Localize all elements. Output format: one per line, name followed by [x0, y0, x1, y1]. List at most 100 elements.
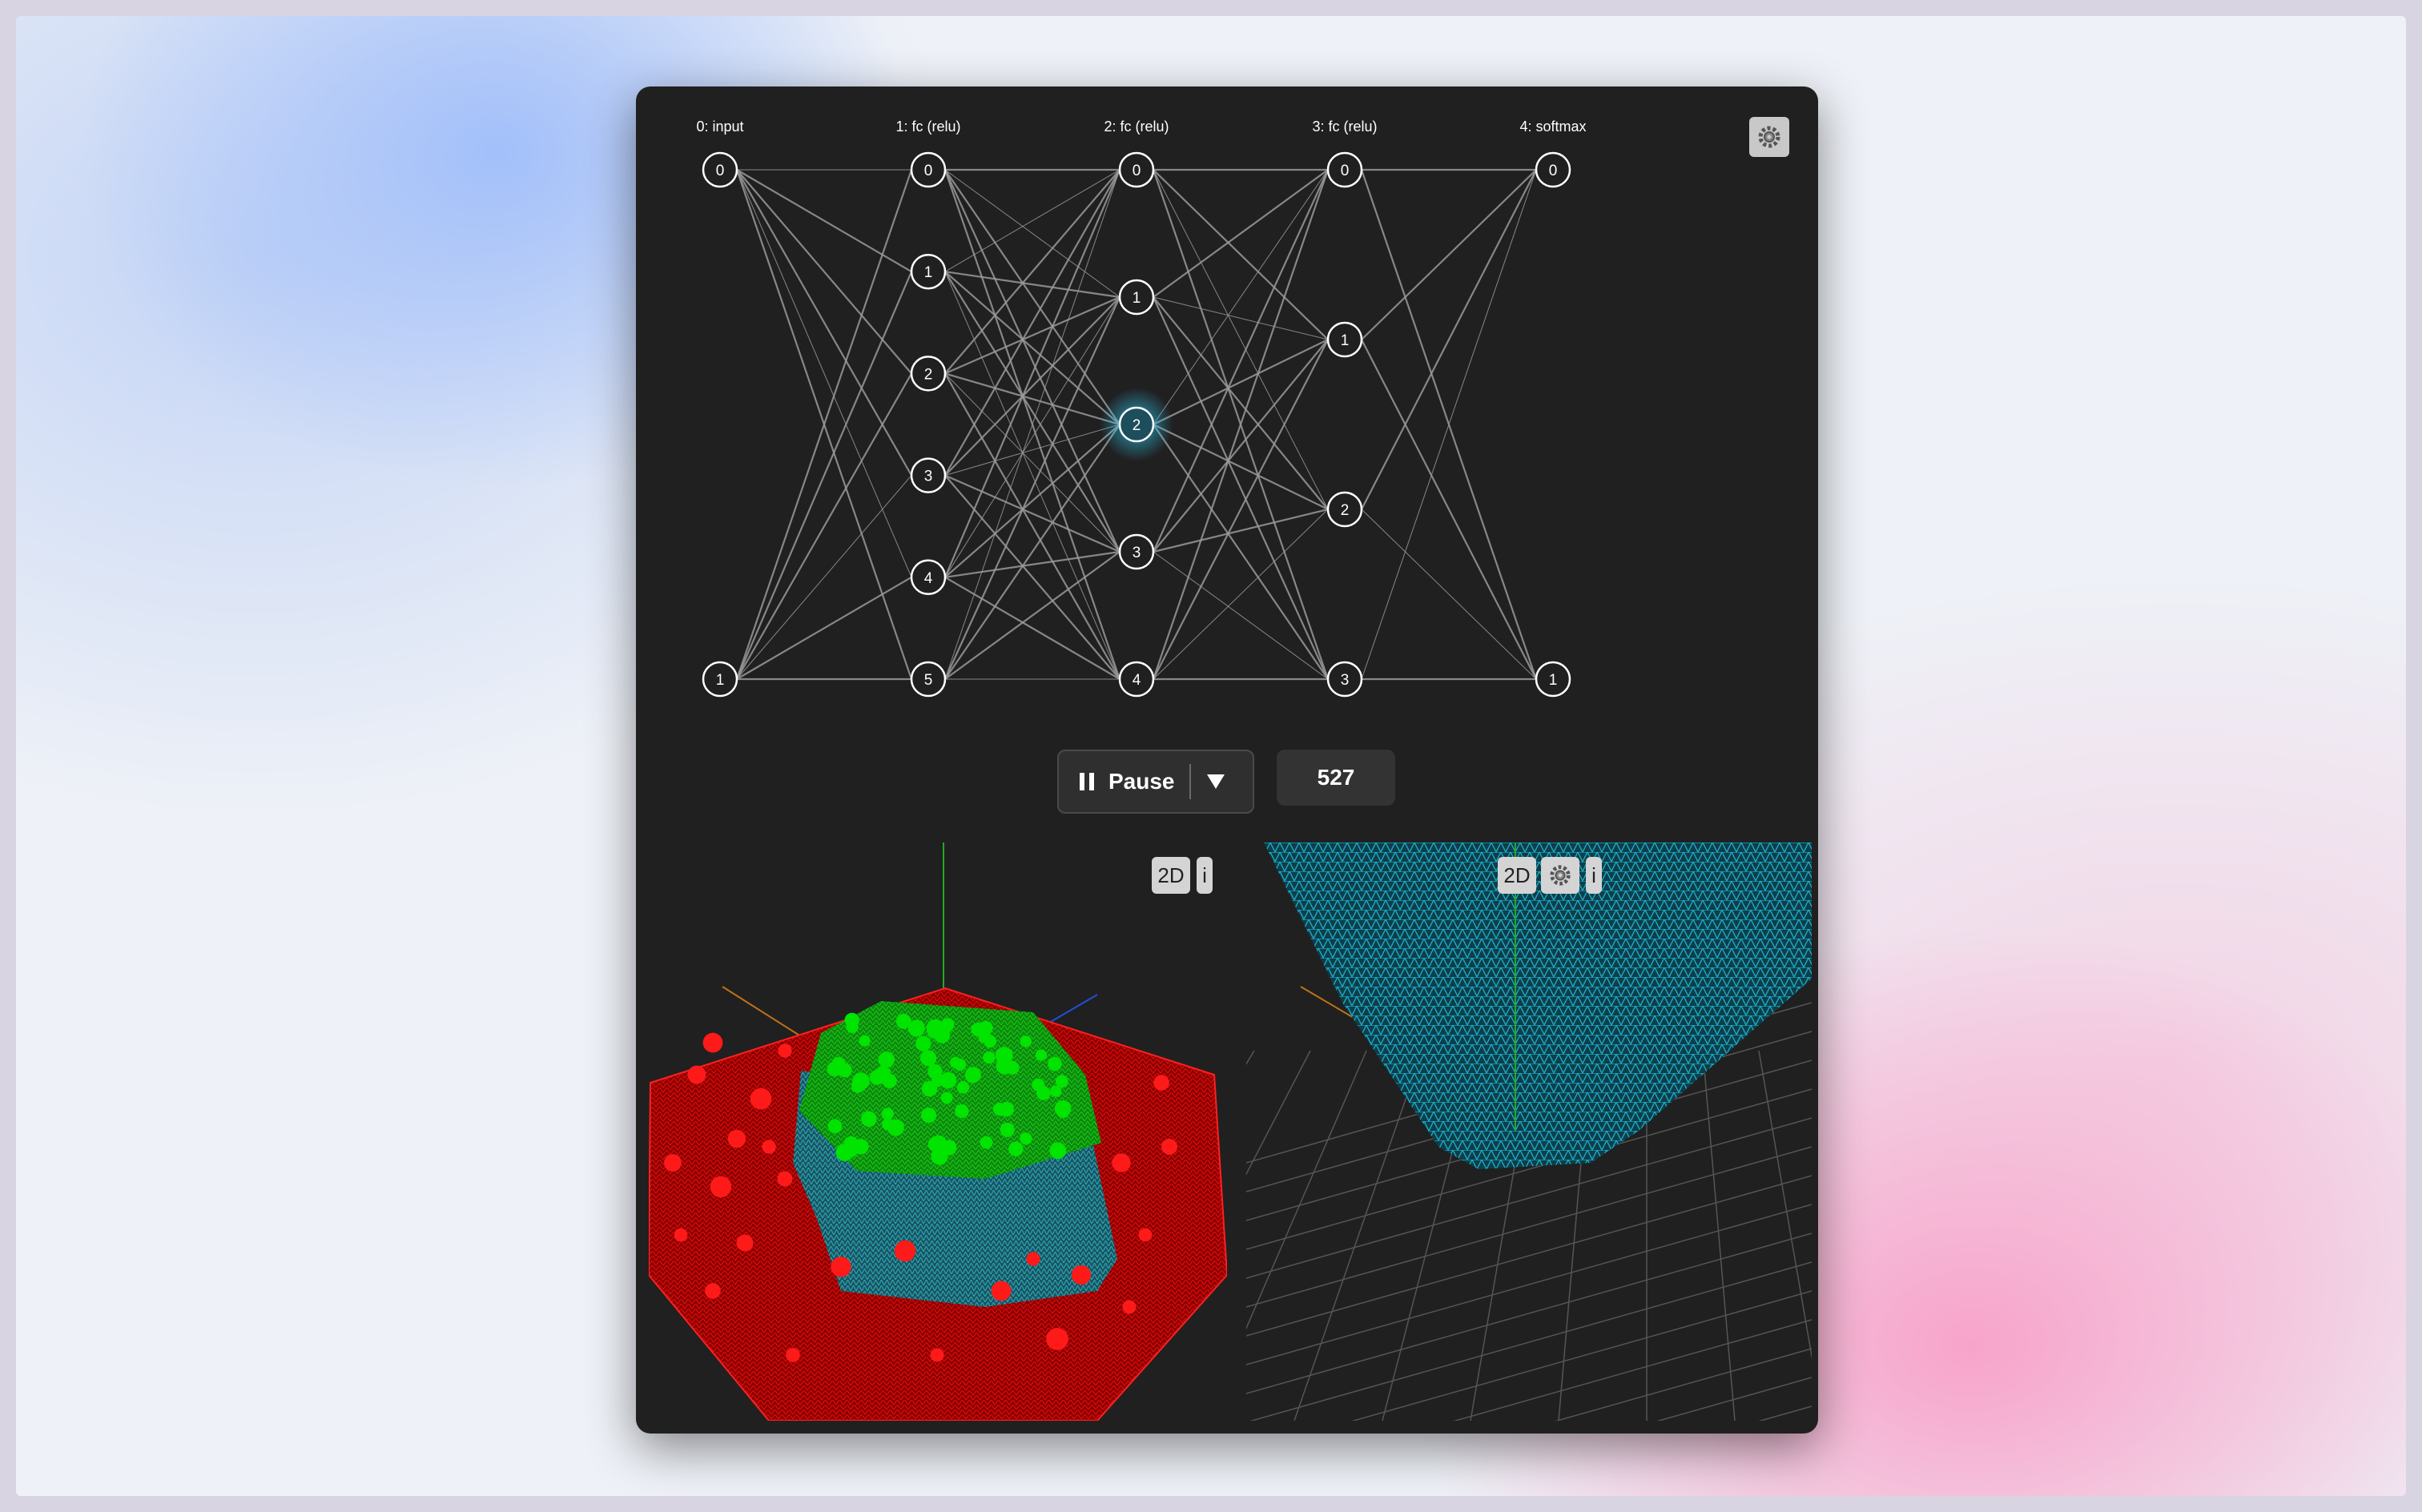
decision-surface-view[interactable]: 2D i	[649, 842, 1227, 1421]
neuron-node[interactable]: 2	[910, 356, 947, 392]
neuron-node[interactable]: 0	[1118, 151, 1155, 188]
neuron-label: 1	[1133, 290, 1141, 307]
class-a-point	[940, 1092, 953, 1104]
loss-surface-view[interactable]: 2D i	[1246, 842, 1812, 1421]
class-a-point	[1020, 1132, 1032, 1145]
neuron-node[interactable]: 3	[1326, 661, 1363, 698]
network-graph: 0 1 0 1 2 3 4 5 0 1 2 3 4 0 1 2 3 0 1 0: input 1: fc (relu)…	[696, 119, 1587, 698]
neuron-node[interactable]: 5	[910, 661, 947, 698]
neuron-node[interactable]: 4	[1118, 661, 1155, 698]
caret-down-icon[interactable]	[1206, 774, 1225, 789]
class-b-point	[727, 1129, 746, 1148]
neuron-node[interactable]: 3	[910, 457, 947, 493]
neuron-node[interactable]: 0	[702, 151, 738, 188]
connection-edge	[1153, 424, 1329, 680]
neuron-node[interactable]: 2	[1100, 388, 1173, 461]
neuron-label: 1	[716, 672, 725, 689]
neuron-node[interactable]: 0	[1326, 151, 1363, 188]
neuron-node[interactable]: 4	[910, 559, 947, 596]
class-b-point	[687, 1065, 706, 1084]
neuron-label: 3	[1341, 672, 1350, 689]
neuron-node[interactable]: 1	[702, 661, 738, 698]
connection-edge	[735, 271, 913, 680]
class-b-point	[705, 1283, 721, 1299]
neuron-label: 1	[924, 264, 933, 281]
class-a-point	[980, 1136, 993, 1149]
neuron-node[interactable]: 1	[1535, 661, 1571, 698]
neuron-label: 4	[924, 570, 933, 587]
class-b-point	[674, 1228, 688, 1242]
connection-edge	[1152, 169, 1330, 553]
gear-icon	[1550, 865, 1571, 886]
class-a-point	[992, 1102, 1006, 1116]
connection-edge	[736, 475, 912, 680]
class-a-point	[996, 1057, 1013, 1075]
class-b-point	[991, 1281, 1012, 1301]
neuron-node[interactable]: 1	[1326, 321, 1363, 358]
class-a-point	[1036, 1086, 1051, 1100]
connection-edge	[1153, 339, 1329, 553]
decision-surface-canvas	[649, 842, 1227, 1421]
settings-button[interactable]	[1541, 857, 1579, 894]
layer-label: 0: input	[696, 119, 743, 135]
toggle-2d-button[interactable]: 2D	[1498, 857, 1536, 894]
connection-edge	[944, 424, 1120, 578]
pause-icon	[1080, 773, 1094, 790]
connection-edge	[736, 169, 912, 273]
neuron-node[interactable]: 1	[1118, 279, 1155, 316]
class-b-point	[736, 1234, 754, 1252]
pause-button[interactable]: Pause	[1057, 750, 1254, 814]
class-a-point	[915, 1035, 931, 1052]
toggle-2d-button[interactable]: 2D	[1152, 857, 1190, 894]
class-a-point	[878, 1052, 895, 1068]
neuron-label: 0	[924, 163, 933, 179]
class-a-point	[949, 1056, 962, 1068]
class-a-point	[860, 1111, 877, 1128]
class-b-point	[1138, 1228, 1153, 1242]
connection-edge	[1153, 339, 1329, 425]
class-b-point	[762, 1140, 776, 1154]
info-button[interactable]: i	[1586, 857, 1602, 894]
class-a-point	[1000, 1122, 1015, 1137]
connection-edge	[1361, 169, 1537, 340]
class-a-point	[984, 1035, 997, 1048]
class-a-point	[920, 1107, 937, 1124]
neuron-node[interactable]: 0	[1535, 151, 1571, 188]
neuron-node[interactable]: 2	[1326, 491, 1363, 528]
neuron-node[interactable]: 0	[910, 151, 947, 188]
neuron-label: 2	[1133, 417, 1141, 434]
connection-edge	[944, 169, 1120, 477]
class-a-point	[846, 1020, 859, 1034]
connection-edge	[1153, 296, 1329, 510]
class-b-point	[1112, 1153, 1131, 1172]
class-a-point	[838, 1063, 852, 1078]
connection-edge	[943, 169, 1121, 553]
connection-edge	[944, 372, 1120, 680]
class-a-point	[1056, 1105, 1069, 1119]
button-divider	[1189, 764, 1191, 799]
class-a-point	[955, 1104, 969, 1118]
neuron-label: 0	[1341, 163, 1350, 179]
neuron-label: 0	[1133, 163, 1141, 179]
neuron-label: 0	[716, 163, 725, 179]
layer-label: 3: fc (relu)	[1312, 119, 1377, 135]
class-b-point	[750, 1088, 772, 1110]
class-a-point	[926, 1019, 944, 1037]
class-b-point	[777, 1171, 793, 1187]
class-a-point	[921, 1080, 938, 1097]
connection-edge	[736, 169, 912, 577]
class-a-point	[1035, 1049, 1048, 1061]
settings-button[interactable]	[1749, 117, 1789, 157]
connection-edge	[943, 169, 1121, 578]
neuron-label: 4	[1133, 672, 1141, 689]
class-b-point	[786, 1348, 800, 1362]
connection-edge	[944, 271, 1120, 680]
connection-edge	[943, 296, 1121, 680]
neuron-node[interactable]: 3	[1118, 533, 1155, 570]
connection-edge	[1153, 169, 1329, 298]
loss-surface-canvas	[1246, 842, 1812, 1421]
neuron-node[interactable]: 1	[910, 253, 947, 290]
neuron-label: 1	[1341, 332, 1350, 349]
class-b-point	[702, 1032, 723, 1053]
info-button[interactable]: i	[1197, 857, 1213, 894]
